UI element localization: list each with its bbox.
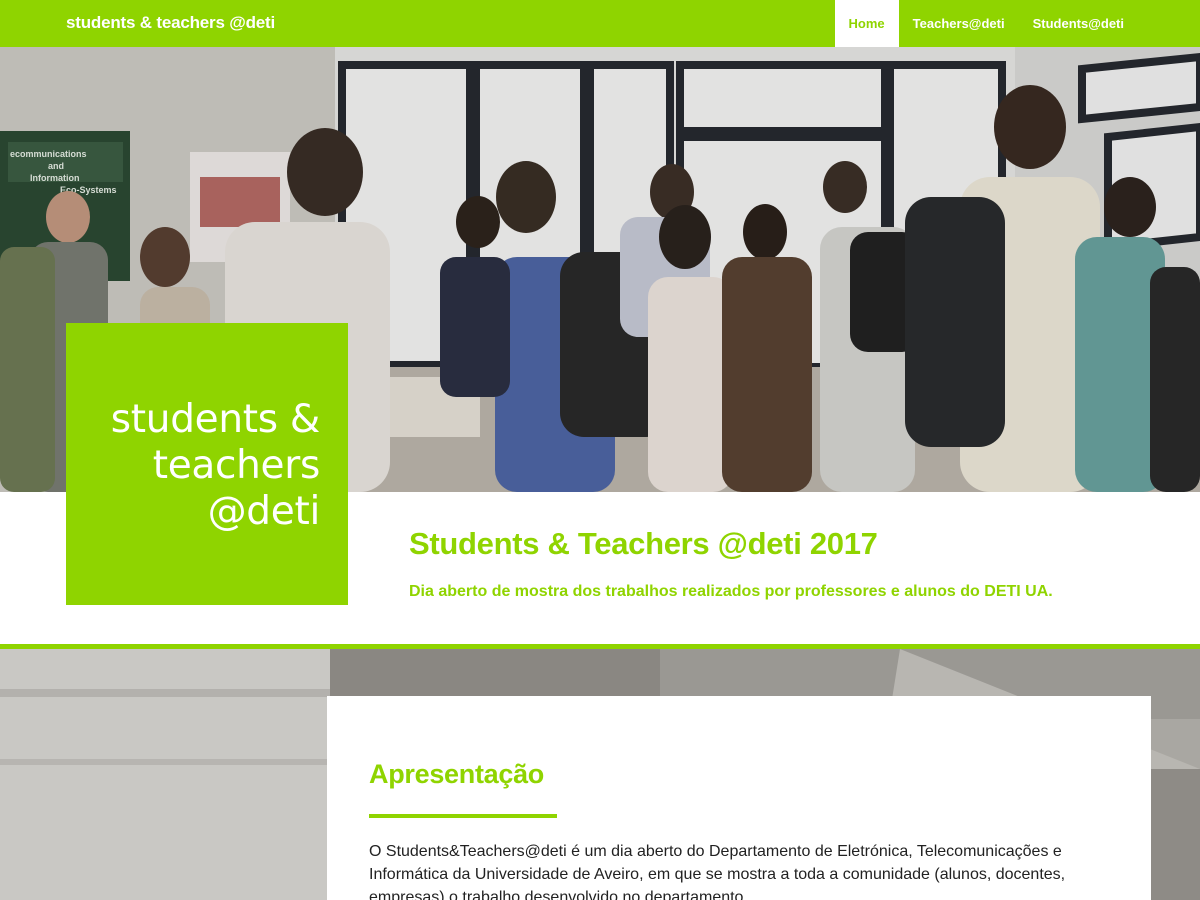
- title-underline: [369, 814, 557, 818]
- nav-menu: Home Teachers@deti Students@deti: [834, 0, 1138, 47]
- hero-badge: students & teachers @deti: [66, 323, 348, 605]
- navbar: students & teachers @deti Home Teachers@…: [0, 0, 1200, 47]
- hero-badge-line-2: teachers: [152, 443, 321, 488]
- presentation-text: O Students&Teachers@deti é um dia aberto…: [369, 843, 1066, 900]
- hero-badge-line-1: students &: [110, 397, 321, 442]
- nav-item-students[interactable]: Students@deti: [1019, 0, 1138, 47]
- hero-badge-line-3: @deti: [207, 489, 321, 534]
- event-subtitle: Dia aberto de mostra dos trabalhos reali…: [409, 583, 1053, 600]
- presentation-title: Apresentação: [369, 759, 544, 789]
- nav-item-teachers[interactable]: Teachers@deti: [899, 0, 1019, 47]
- brand-link[interactable]: students & teachers @deti: [66, 13, 275, 33]
- presentation-card: Apresentação O Students&Teachers@deti é …: [327, 696, 1151, 900]
- event-title: Students & Teachers @deti 2017: [409, 526, 878, 561]
- nav-item-home[interactable]: Home: [834, 0, 899, 47]
